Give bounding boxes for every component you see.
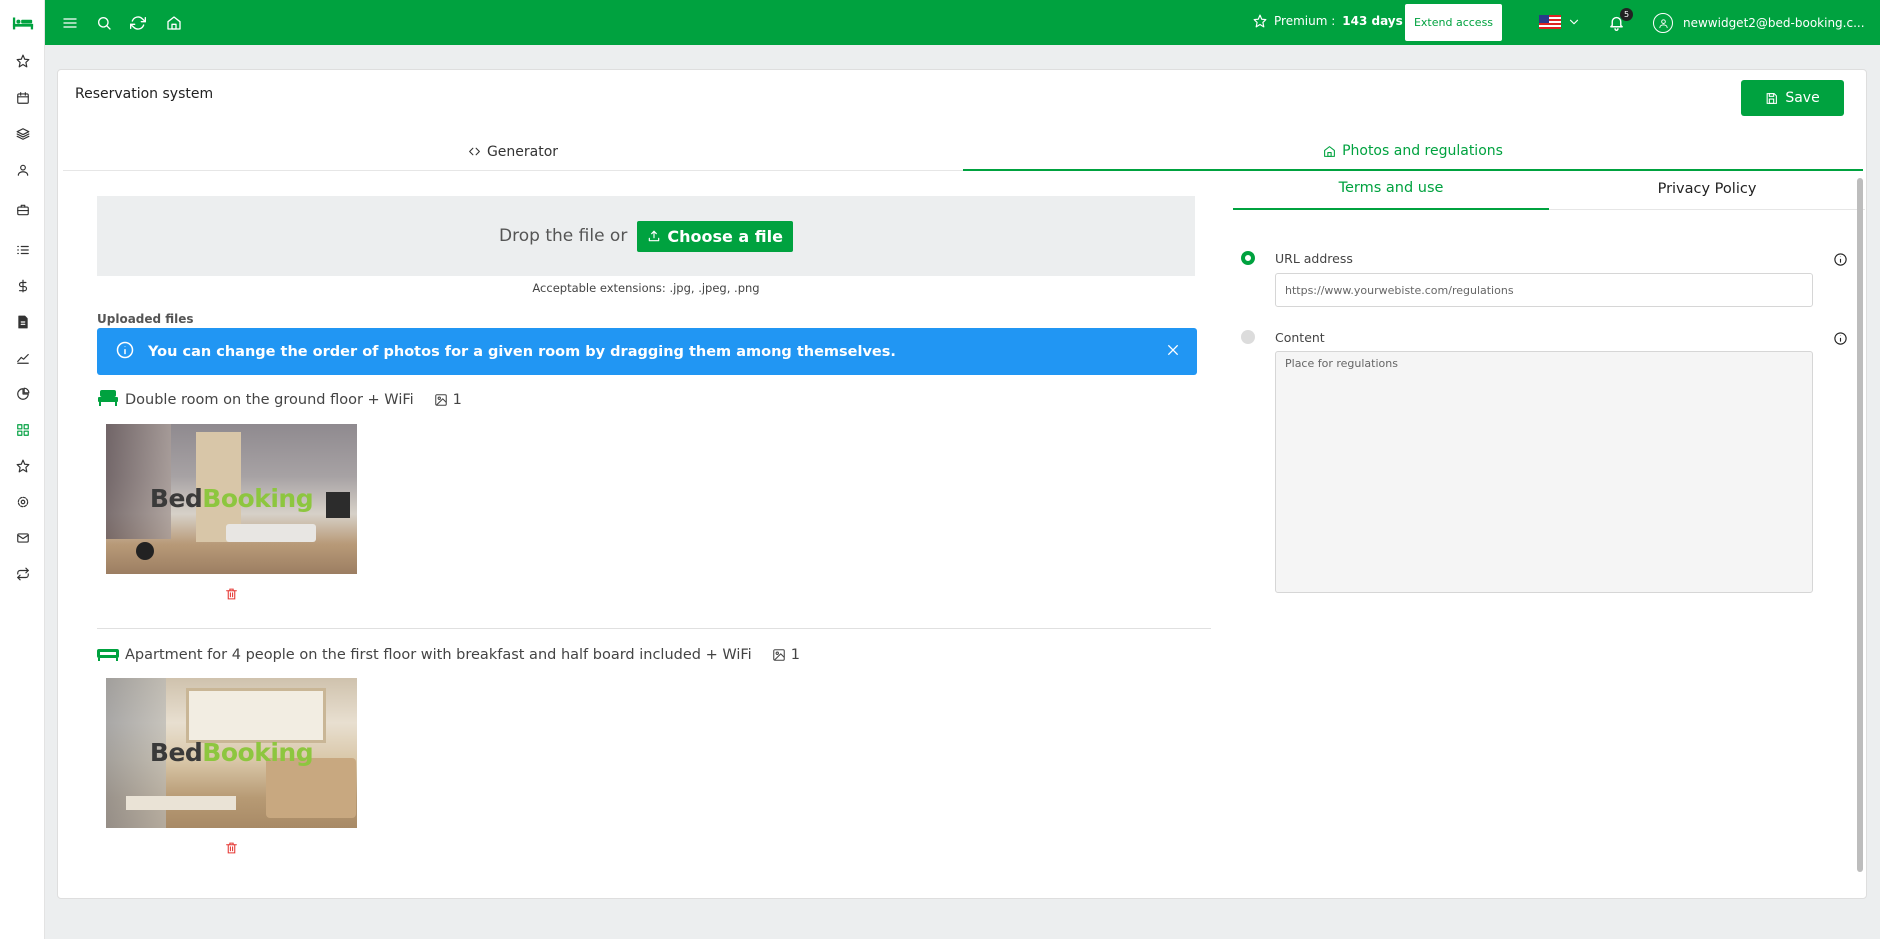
bedbooking-watermark: BedBooking — [149, 738, 314, 767]
avatar — [1653, 13, 1673, 33]
sidebar-gear-icon[interactable] — [0, 490, 45, 514]
content-textarea[interactable] — [1275, 351, 1813, 593]
sidebar-grid-icon[interactable] — [0, 418, 45, 442]
sidebar-calendar-icon[interactable] — [0, 86, 45, 110]
acceptable-extensions: Acceptable extensions: .jpg, .jpeg, .png — [532, 281, 760, 295]
tab-generator-label: Generator — [486, 143, 559, 160]
upload-icon — [649, 230, 660, 242]
sidebar-dollar-icon[interactable] — [0, 274, 45, 298]
home-icon[interactable] — [162, 11, 186, 35]
room-header: Double room on the ground floor + WiFi 1 — [97, 388, 462, 412]
close-icon[interactable] — [1165, 342, 1183, 360]
search-icon[interactable] — [92, 11, 116, 35]
choose-file-label: Choose a file — [667, 226, 783, 246]
tab-privacy-policy[interactable]: Privacy Policy — [1549, 168, 1865, 210]
left-navigation-rail — [0, 0, 45, 939]
room-photo[interactable]: BedBooking — [106, 424, 357, 574]
content-radio[interactable] — [1241, 330, 1255, 344]
bed-icon — [12, 17, 33, 29]
sidebar-pie-icon[interactable] — [0, 382, 45, 406]
save-button[interactable]: Save — [1741, 80, 1844, 116]
sidebar-star-outline-icon[interactable] — [0, 454, 45, 478]
user-icon — [1658, 18, 1668, 28]
sidebar-list-icon[interactable] — [0, 238, 45, 262]
content-label: Content — [1275, 330, 1325, 345]
premium-days: 143 days — [1342, 14, 1403, 28]
top-bar: Premium : 143 days Extend access 5 newwid… — [45, 0, 1880, 45]
tab-photos-and-regulations[interactable]: Photos and regulations — [963, 133, 1863, 171]
info-icon[interactable] — [1833, 331, 1849, 347]
photo-count-value: 1 — [790, 647, 800, 663]
url-address-label: URL address — [1275, 251, 1353, 266]
info-alert: You can change the order of photos for a… — [97, 328, 1197, 375]
sofa-icon — [97, 643, 119, 667]
tab-photos-label: Photos and regulations — [1342, 143, 1503, 159]
url-address-radio[interactable] — [1241, 251, 1255, 265]
room-header: Apartment for 4 people on the first floo… — [97, 643, 800, 667]
sidebar-sync-icon[interactable] — [0, 562, 45, 586]
user-menu[interactable]: newwidget2@bed-booking.c... — [1653, 13, 1878, 33]
tab-generator[interactable]: Generator — [63, 133, 963, 171]
image-icon — [772, 649, 785, 661]
sidebar-user-icon[interactable] — [0, 158, 45, 182]
tab-terms-and-use[interactable]: Terms and use — [1233, 168, 1549, 210]
user-email: newwidget2@bed-booking.c... — [1683, 16, 1865, 30]
scrollbar[interactable] — [1857, 178, 1863, 872]
room-name: Double room on the ground floor + WiFi — [125, 392, 414, 408]
room-photo[interactable]: BedBooking — [106, 678, 357, 828]
code-icon — [469, 147, 480, 156]
delete-photo-icon[interactable] — [225, 840, 239, 856]
bed-icon — [97, 388, 119, 412]
info-icon[interactable] — [1833, 252, 1849, 268]
room-name: Apartment for 4 people on the first floo… — [125, 647, 752, 663]
premium-status: Premium : 143 days — [1253, 14, 1403, 28]
page-title: Reservation system — [75, 86, 214, 102]
sidebar-briefcase-icon[interactable] — [0, 198, 45, 222]
sidebar-layers-icon[interactable] — [0, 122, 45, 146]
url-address-input[interactable] — [1275, 273, 1813, 307]
info-icon — [115, 340, 135, 364]
delete-photo-icon[interactable] — [225, 586, 239, 602]
us-flag-icon[interactable] — [1539, 15, 1561, 29]
photo-count: 1 — [772, 647, 800, 663]
chevron-down-icon[interactable] — [1567, 15, 1581, 29]
save-button-label: Save — [1785, 90, 1820, 106]
file-drop-zone[interactable]: Drop the file or Choose a file — [97, 196, 1195, 276]
sidebar-invoice-icon[interactable] — [0, 310, 45, 334]
notification-count-badge: 5 — [1620, 8, 1633, 21]
uploaded-files-label: Uploaded files — [97, 312, 194, 326]
drop-text: Drop the file or — [499, 226, 628, 246]
bedbooking-watermark: BedBooking — [149, 484, 314, 513]
info-message: You can change the order of photos for a… — [148, 343, 896, 360]
home-outline-icon — [1324, 145, 1335, 157]
choose-file-button[interactable]: Choose a file — [637, 220, 793, 252]
photo-count-value: 1 — [452, 392, 462, 408]
bed-logo-icon[interactable] — [0, 0, 45, 45]
star-icon — [1253, 14, 1267, 28]
sidebar-star-icon[interactable] — [0, 49, 45, 73]
floppy-disk-icon — [1766, 92, 1778, 104]
sidebar-chart-icon[interactable] — [0, 346, 45, 370]
sidebar-mail-icon[interactable] — [0, 526, 45, 550]
room-divider — [97, 628, 1211, 629]
menu-icon[interactable] — [58, 11, 82, 35]
refresh-icon[interactable] — [126, 11, 150, 35]
photo-count: 1 — [434, 392, 462, 408]
image-icon — [434, 394, 447, 406]
extend-access-button[interactable]: Extend access — [1405, 4, 1502, 41]
premium-label: Premium : — [1274, 14, 1336, 28]
reservation-system-card: Reservation system Save Generator Photos… — [57, 69, 1867, 899]
